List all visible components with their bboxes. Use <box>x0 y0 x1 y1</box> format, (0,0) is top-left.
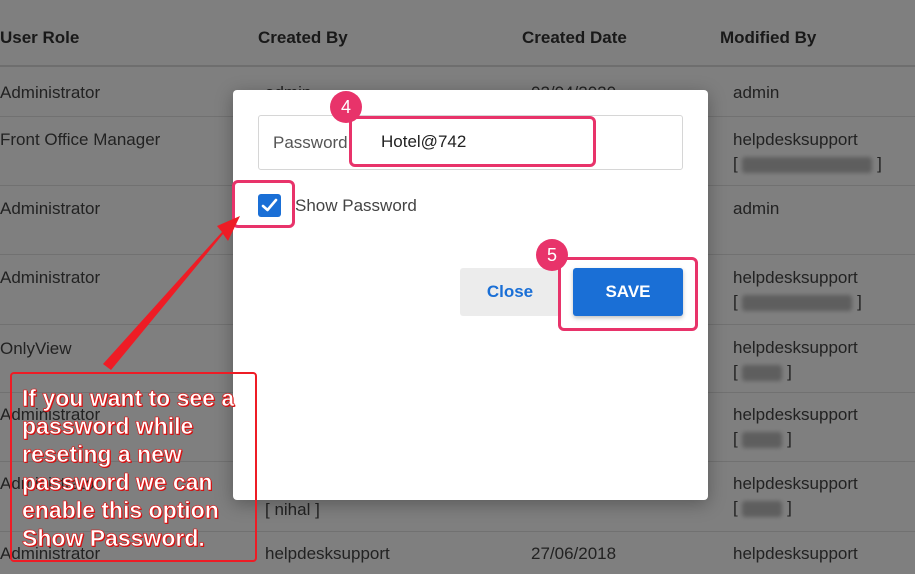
callout-text: If you want to see a password while rese… <box>22 385 235 552</box>
callout-box: If you want to see a password while rese… <box>10 372 257 562</box>
